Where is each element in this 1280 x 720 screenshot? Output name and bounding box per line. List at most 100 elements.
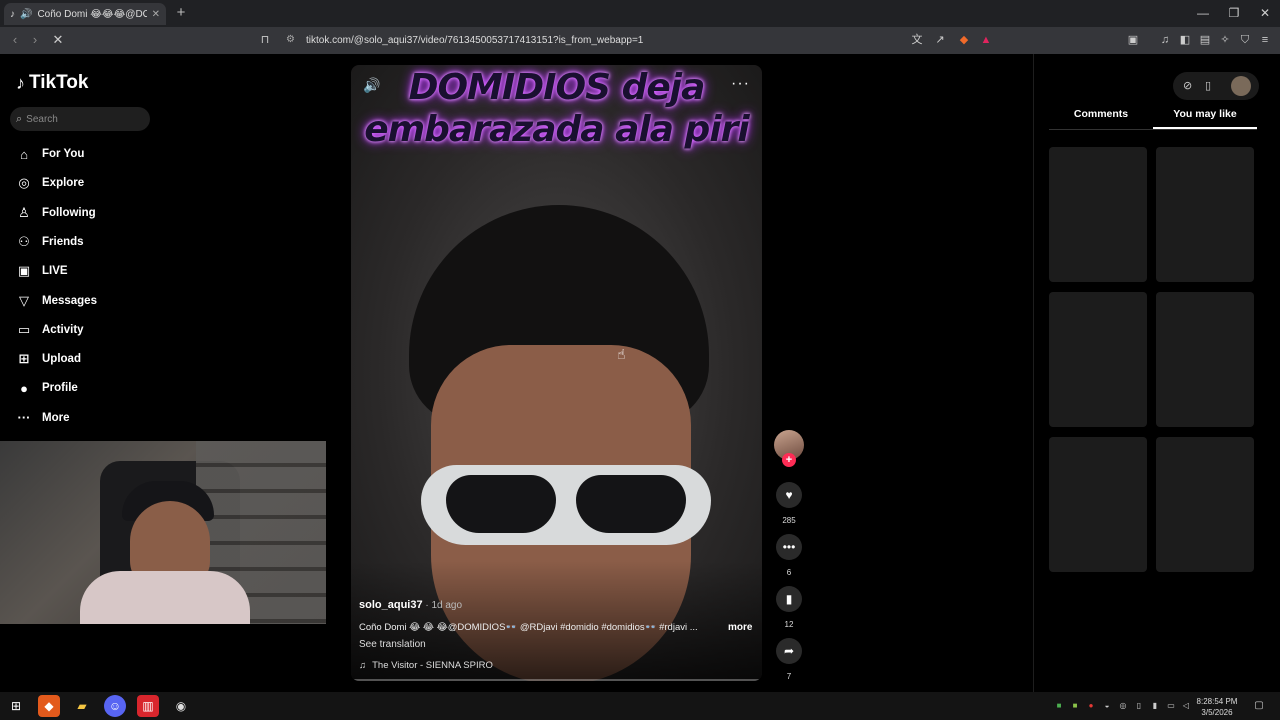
device-icon[interactable]: ▯ <box>1205 79 1211 92</box>
video-caption-line1: DOMIDIOS deja <box>408 67 706 108</box>
like-button[interactable]: ♥ <box>776 482 802 508</box>
more-options-icon[interactable]: ··· <box>731 75 750 93</box>
brave-rewards-icon[interactable]: ▲ <box>979 33 993 47</box>
recommended-thumbnail[interactable] <box>1049 292 1147 427</box>
top-controls-pill: ⊘ ▯ <box>1173 72 1259 100</box>
music-info[interactable]: ♫ The Visitor - SIENNA SPIRO <box>359 660 493 671</box>
translate-icon[interactable]: 文 <box>910 33 924 47</box>
share-icon[interactable]: ↗ <box>933 33 947 47</box>
save-button[interactable]: ▮ <box>776 586 802 612</box>
search-input[interactable] <box>26 113 137 125</box>
new-tab-button[interactable]: + <box>172 4 190 22</box>
tray-app-icon[interactable]: ● <box>1086 701 1096 711</box>
comment-button[interactable]: ••• <box>776 534 802 560</box>
back-button[interactable]: ‹ <box>7 32 23 48</box>
share-button[interactable]: ➦ <box>776 638 802 664</box>
sidebar-item-label: Profile <box>42 382 78 395</box>
address-bar[interactable]: ⚙ tiktok.com/@solo_aqui37/video/76134500… <box>280 30 1000 51</box>
menu-icon[interactable]: ≡ <box>1258 33 1272 47</box>
microphone-icon[interactable]: ▮ <box>1150 701 1160 711</box>
sidebar-item-messages[interactable]: ▽ Messages <box>16 289 156 313</box>
site-info-icon[interactable]: ⚙ <box>286 34 295 45</box>
person-check-icon: ♙ <box>18 204 30 220</box>
bookmark-icon[interactable]: ⊓ <box>258 33 272 47</box>
obs-icon[interactable]: ◉ <box>170 695 192 717</box>
recommended-thumbnail[interactable] <box>1156 437 1254 572</box>
description-more-link[interactable]: more <box>728 622 752 633</box>
sidebar-item-for-you[interactable]: ⌂ For You <box>16 142 156 166</box>
tab-comments[interactable]: Comments <box>1049 108 1153 129</box>
speaker-icon[interactable]: 🔊 <box>20 9 32 20</box>
recommended-thumbnail[interactable] <box>1049 437 1147 572</box>
minimize-button[interactable]: — <box>1193 4 1213 22</box>
browser-tab-bar: ♪ 🔊 Coño Domi 😂😂😂@DOMI ✕ + — ❐ ✕ <box>0 0 1280 27</box>
tray-app-icon[interactable]: ■ <box>1054 701 1064 711</box>
tab-title: Coño Domi 😂😂😂@DOMI <box>37 8 147 20</box>
windows-start-icon[interactable]: ⊞ <box>5 695 27 717</box>
wallet-icon[interactable]: ▤ <box>1198 33 1212 47</box>
volume-icon[interactable]: 🔊 <box>363 77 380 94</box>
tiktok-logo[interactable]: ♪ TikTok <box>16 72 88 94</box>
recommended-thumbnail[interactable] <box>1156 292 1254 427</box>
media-icon[interactable]: ♫ <box>1158 33 1172 47</box>
activity-icon: ▭ <box>17 321 31 337</box>
vpn-icon[interactable]: ⛉ <box>1238 33 1252 47</box>
brave-browser-icon[interactable]: ◆ <box>38 695 60 717</box>
tray-usb-icon[interactable]: ▯ <box>1134 701 1144 711</box>
file-explorer-icon[interactable]: ▰ <box>71 695 93 717</box>
forward-button[interactable]: › <box>27 32 43 48</box>
recommended-thumbnail[interactable] <box>1156 147 1254 282</box>
sidebar-item-label: Explore <box>42 177 85 190</box>
discord-icon[interactable]: ☺ <box>104 695 126 717</box>
post-date: · 1d ago <box>422 600 463 611</box>
music-title: The Visitor - SIENNA SPIRO <box>372 660 493 671</box>
stop-loading-button[interactable]: ✕ <box>50 32 66 48</box>
close-window-button[interactable]: ✕ <box>1255 4 1275 22</box>
like-count: 285 <box>782 516 796 525</box>
author-name[interactable]: solo_aqui37 <box>359 599 423 611</box>
tray-app-icon[interactable]: ■ <box>1070 701 1080 711</box>
tab-you-may-like[interactable]: You may like <box>1153 108 1257 129</box>
streaming-app-icon[interactable]: ▥ <box>137 695 159 717</box>
leo-ai-icon[interactable]: ✧ <box>1218 33 1232 47</box>
sidebar-item-profile[interactable]: ● Profile <box>16 376 156 400</box>
video-progress-bar[interactable] <box>351 679 762 681</box>
brave-shields-icon[interactable]: ◆ <box>957 33 971 47</box>
system-clock[interactable]: 8:28:54 PM 3/5/2026 <box>1192 696 1242 718</box>
sidebar-item-following[interactable]: ♙ Following <box>16 201 156 225</box>
screenshot-icon[interactable]: ▣ <box>1126 33 1140 47</box>
network-icon[interactable]: ▭ <box>1166 701 1176 711</box>
video-author[interactable]: solo_aqui37 · 1d ago <box>359 599 462 611</box>
home-icon: ⌂ <box>20 146 28 162</box>
tray-app-icon[interactable]: ◎ <box>1118 701 1128 711</box>
search-box[interactable]: ⌕ <box>10 107 150 131</box>
music-note-icon: ♫ <box>359 660 367 671</box>
bookmark-icon: ▮ <box>785 592 793 606</box>
recommended-thumbnail[interactable] <box>1049 147 1147 282</box>
coin-icon[interactable]: ⊘ <box>1183 79 1192 92</box>
sidebar-item-explore[interactable]: ◎ Explore <box>16 171 156 195</box>
maximize-button[interactable]: ❐ <box>1224 4 1244 22</box>
sidebar-item-activity[interactable]: ▭ Activity <box>16 318 156 342</box>
sidebar-item-label: Upload <box>42 353 81 366</box>
video-player[interactable]: DOMIDIOS deja embarazada ala piri 🔊 ··· … <box>351 65 762 681</box>
sidebar-icon[interactable]: ◧ <box>1178 33 1192 47</box>
tray-discord-icon[interactable]: ◒ <box>1102 701 1112 711</box>
send-icon: ▽ <box>19 292 29 308</box>
clock-date: 3/5/2026 <box>1201 708 1233 717</box>
see-translation-link[interactable]: See translation <box>359 639 426 650</box>
user-avatar[interactable] <box>1231 76 1251 96</box>
volume-tray-icon[interactable]: ◁ <box>1181 701 1191 711</box>
close-tab-icon[interactable]: ✕ <box>152 9 160 20</box>
sidebar-item-more[interactable]: ··· More <box>16 406 156 430</box>
sidebar-item-label: LIVE <box>42 265 68 278</box>
browser-tab[interactable]: ♪ 🔊 Coño Domi 😂😂😂@DOMI ✕ <box>4 3 166 25</box>
search-icon: ⌕ <box>16 112 23 125</box>
notifications-icon[interactable]: ▢ <box>1254 701 1264 711</box>
compass-icon: ◎ <box>18 175 30 191</box>
sidebar-item-upload[interactable]: ⊞ Upload <box>16 347 156 371</box>
sidebar-item-friends[interactable]: ⚇ Friends <box>16 230 156 254</box>
sidebar-item-live[interactable]: ▣ LIVE <box>16 259 156 283</box>
upload-icon: ⊞ <box>18 351 30 367</box>
follow-plus-button[interactable]: + <box>782 453 796 467</box>
